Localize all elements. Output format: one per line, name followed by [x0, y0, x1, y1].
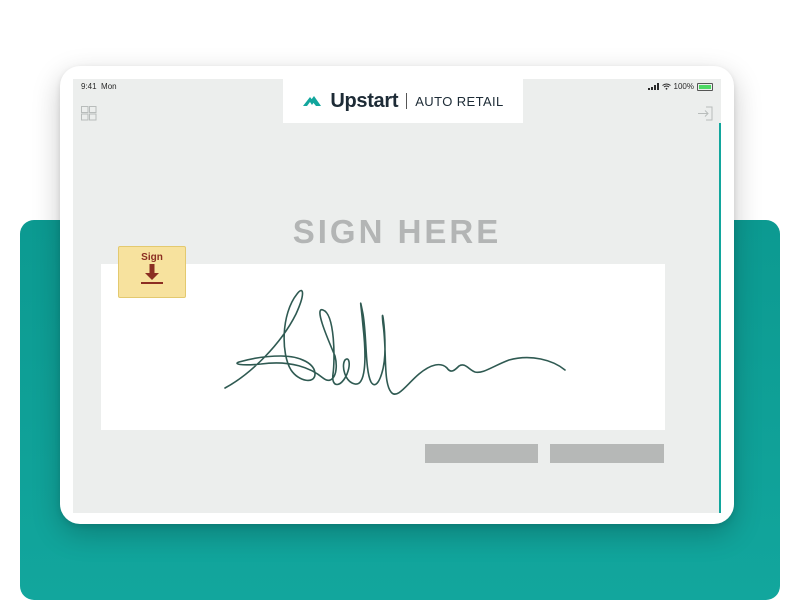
arrow-down-icon [141, 264, 163, 284]
tablet-device: 9:41 Mon 100% Upstart AUTO RETAIL SIGN H… [60, 66, 734, 524]
status-day: Mon [101, 82, 117, 91]
sign-here-tab[interactable]: Sign [118, 246, 186, 298]
status-indicators: 100% [647, 82, 713, 91]
wifi-icon [661, 83, 671, 90]
cancel-button[interactable] [425, 444, 538, 463]
upstart-logo-icon [303, 96, 322, 106]
sign-tab-label: Sign [141, 252, 163, 263]
grid-icon[interactable] [81, 106, 97, 121]
battery-percent: 100% [673, 82, 694, 91]
right-accent-bar [719, 123, 721, 513]
tablet-screen: 9:41 Mon 100% Upstart AUTO RETAIL SIGN H… [73, 79, 721, 513]
brand-divider [406, 93, 408, 109]
brand-name: Upstart [330, 89, 399, 112]
battery-icon [697, 82, 713, 91]
submit-button[interactable] [550, 444, 664, 463]
product-name: AUTO RETAIL [415, 93, 504, 109]
exit-icon[interactable] [697, 106, 713, 121]
top-bar: 9:41 Mon 100% Upstart AUTO RETAIL [73, 79, 721, 123]
status-time: 9:41 Mon [81, 82, 117, 91]
brand-header: Upstart AUTO RETAIL [283, 79, 523, 123]
status-time-value: 9:41 [81, 82, 97, 91]
cellular-signal-icon [647, 83, 659, 90]
